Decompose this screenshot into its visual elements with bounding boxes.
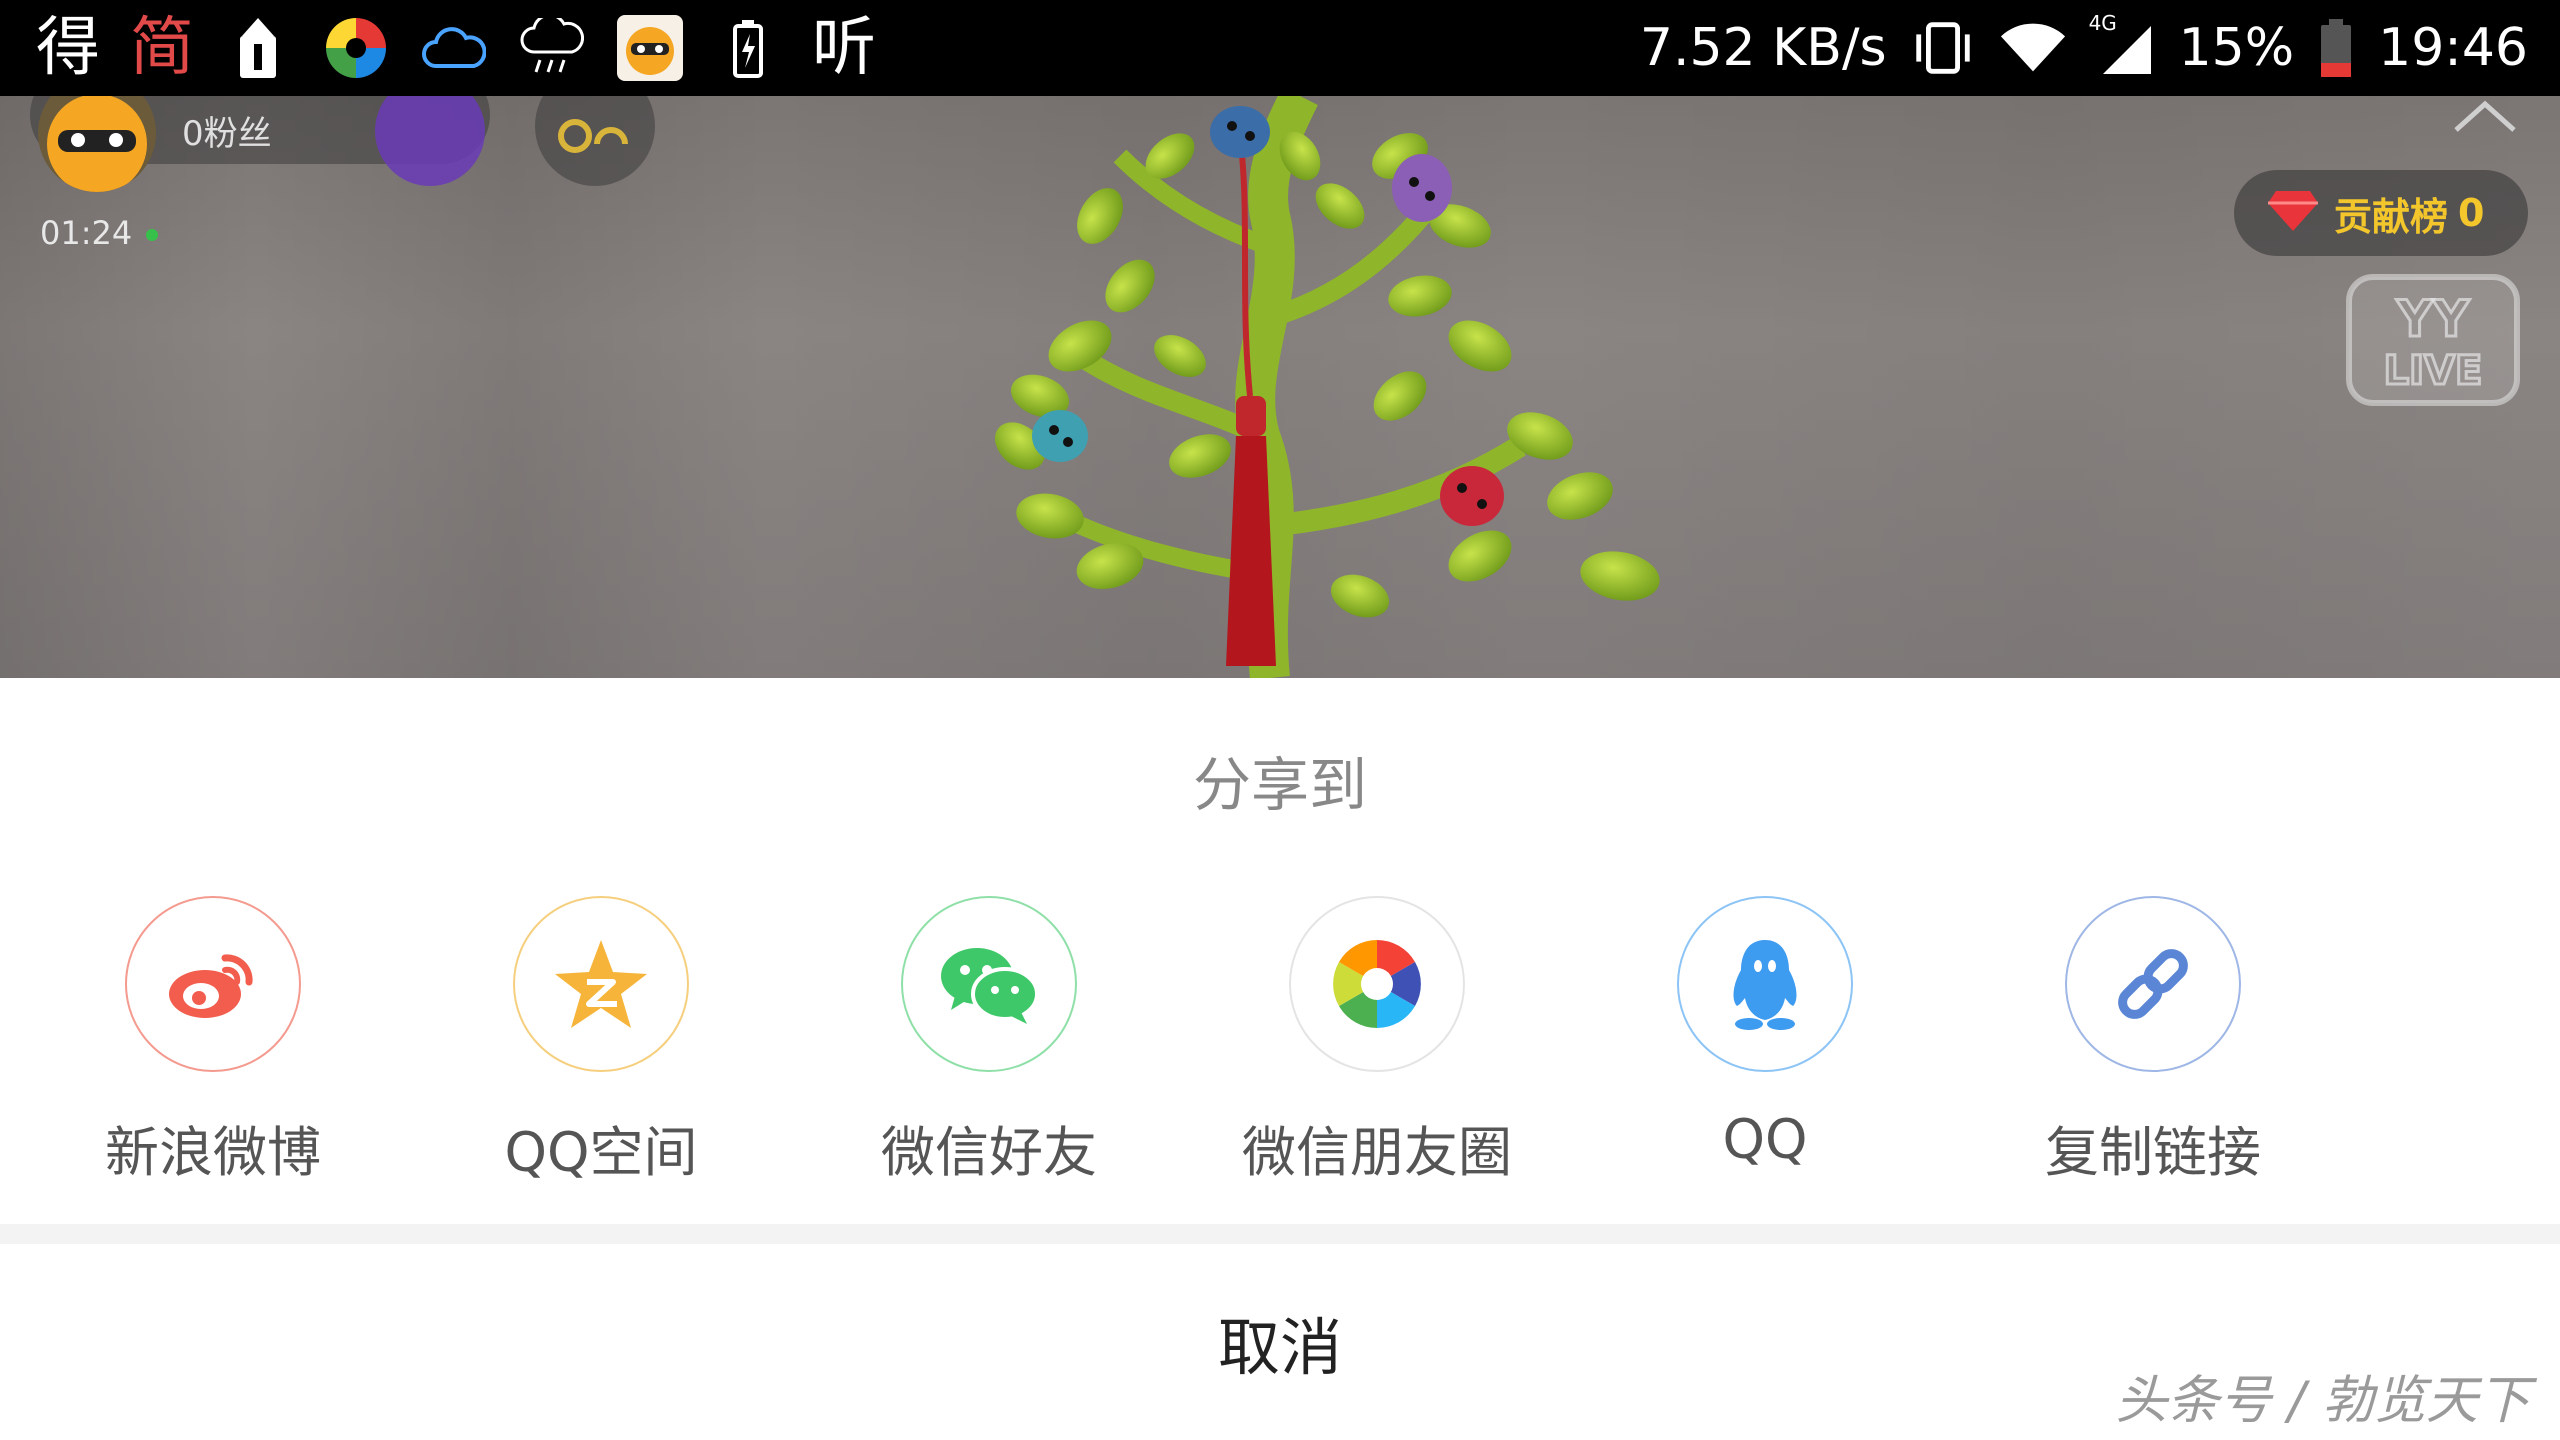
battery-icon (2316, 14, 2356, 82)
logo-live-text: LIVE (2384, 348, 2483, 394)
collapse-chevron-icon[interactable] (2450, 96, 2520, 140)
yy-live-logo: YY LIVE (2346, 274, 2520, 410)
contribution-rank-button[interactable]: 贡献榜 0 (2234, 170, 2528, 256)
clock: 19:46 (2378, 18, 2528, 78)
notification-icons: 得 简 听 (36, 0, 876, 96)
rank-label: 贡献榜 (2334, 194, 2449, 239)
cell-signal-icon: 4G (2088, 11, 2157, 82)
live-timer: 01:24 (40, 214, 159, 252)
battery-percent: 15% (2178, 18, 2295, 78)
weibo-icon[interactable] (125, 896, 301, 1072)
live-status-dot (146, 229, 159, 241)
share-weibo[interactable]: 新浪微博 (63, 896, 363, 1187)
share-moments-label: 微信朋友圈 (1242, 1121, 1512, 1184)
qq-penguin-icon[interactable] (1677, 896, 1853, 1072)
link-icon[interactable] (2065, 896, 2241, 1072)
status-bar: 得 简 听 7.52 KB/s 4G 15% 19:46 (0, 0, 2560, 96)
cloud-icon (420, 14, 488, 82)
share-qzone-label: QQ空间 (504, 1121, 698, 1184)
share-qzone[interactable]: QQ空间 (451, 896, 751, 1187)
follow-icon[interactable] (535, 96, 655, 186)
color-wheel-app-icon (322, 14, 390, 82)
share-copy-link[interactable]: 复制链接 (2003, 896, 2303, 1187)
share-qq[interactable]: QQ (1615, 896, 1915, 1171)
share-qq-label: QQ (1722, 1108, 1808, 1171)
vibrate-icon (1909, 14, 1977, 82)
share-moments[interactable]: 微信朋友圈 (1227, 896, 1527, 1187)
battery-saver-icon (714, 14, 782, 82)
share-wechat-label: 微信好友 (881, 1121, 1097, 1184)
sheet-divider (0, 1224, 2560, 1244)
share-sheet-title: 分享到 (1192, 751, 1367, 819)
ruby-icon (2266, 189, 2320, 237)
qzone-icon[interactable] (513, 896, 689, 1072)
wechat-icon[interactable] (901, 896, 1077, 1072)
logo-yy-text: YY (2396, 290, 2470, 348)
live-video[interactable]: 0粉丝 01:24 贡献榜 0 YY LIVE (0, 96, 2560, 678)
wifi-icon (1999, 14, 2067, 82)
jianshu-app-icon: 简 (130, 11, 194, 85)
watermark-text: 头条号 / 勃览天下 (2115, 1371, 2530, 1431)
share-wechat[interactable]: 微信好友 (839, 896, 1139, 1187)
fans-count: 0粉丝 (182, 114, 272, 154)
listen-app-icon: 听 (812, 11, 876, 85)
elapsed-time: 01:24 (40, 214, 133, 252)
network-type: 4G (2088, 11, 2117, 35)
share-sheet: 分享到 新浪微博 QQ空间 微信好友 微信朋友圈 QQ 复制链接 取消 头条号 … (0, 678, 2560, 1440)
status-indicators: 7.52 KB/s 4G 15% 19:46 (1640, 0, 2528, 96)
share-weibo-label: 新浪微博 (105, 1121, 321, 1184)
video-scene (994, 96, 1660, 678)
moments-icon[interactable] (1289, 896, 1465, 1072)
weather-rain-icon (518, 14, 586, 82)
yy-mascot-app-icon (616, 14, 684, 82)
rank-count: 0 (2458, 191, 2485, 235)
upload-icon (224, 14, 292, 82)
net-speed: 7.52 KB/s (1639, 18, 1887, 78)
share-copy-link-label: 复制链接 (2045, 1121, 2261, 1184)
dedao-app-icon: 得 (36, 11, 100, 85)
